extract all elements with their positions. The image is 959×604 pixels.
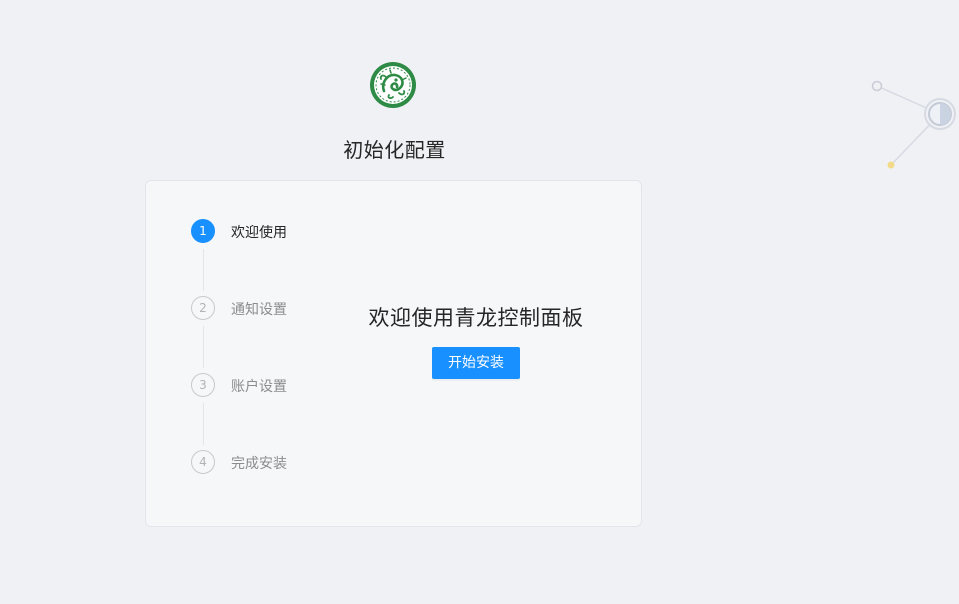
step-account-settings: 3 账户设置 [191,373,321,450]
step-label: 通知设置 [231,302,287,318]
step-welcome: 1 欢迎使用 [191,219,321,296]
step-connector [203,403,204,445]
page-title: 初始化配置 [343,138,446,162]
step-number-badge: 2 [191,296,215,320]
welcome-panel: 欢迎使用青龙控制面板 开始安装 [336,303,616,379]
start-install-button[interactable]: 开始安装 [432,347,520,379]
step-number-badge: 4 [191,450,215,474]
setup-steps: 1 欢迎使用 2 通知设置 3 账户设置 4 完成安装 [191,219,321,527]
step-label: 账户设置 [231,379,287,395]
welcome-heading: 欢迎使用青龙控制面板 [368,306,584,330]
setup-page: 初始化配置 1 欢迎使用 2 通知设置 3 账户设置 4 完成安装 欢迎使用青龙… [0,0,959,604]
step-connector [203,326,204,368]
step-label: 完成安装 [231,456,287,472]
step-label: 欢迎使用 [231,225,287,241]
step-finish-install: 4 完成安装 [191,450,321,527]
step-connector [203,249,204,291]
setup-card: 1 欢迎使用 2 通知设置 3 账户设置 4 完成安装 欢迎使用青龙控制面板 开… [145,180,642,527]
step-number-badge: 3 [191,373,215,397]
step-number-badge: 1 [191,219,215,243]
node-network-decoration-icon [871,80,956,169]
qinglong-dragon-logo-icon [370,62,416,108]
step-notification-settings: 2 通知设置 [191,296,321,373]
